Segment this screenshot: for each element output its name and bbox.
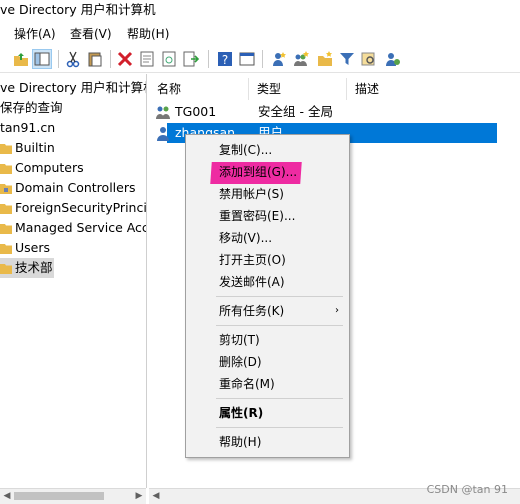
menu-item-add-to-group[interactable]: 添加到组(G)... xyxy=(186,161,349,183)
up-folder-icon[interactable] xyxy=(12,50,30,68)
ou-folder-icon xyxy=(0,264,12,274)
context-menu: 复制(C)... 添加到组(G)... 禁用帐户(S) 重置密码(E)... 移… xyxy=(185,134,350,458)
tree-item-label: ve Directory 用户和计算机 xyxy=(0,80,147,95)
menu-separator xyxy=(216,398,343,399)
menu-item-label: 添加到组(G)... xyxy=(219,165,298,179)
properties-icon[interactable] xyxy=(138,50,156,68)
filter-icon[interactable] xyxy=(338,50,356,68)
tree-item-label: Domain Controllers xyxy=(15,180,136,195)
console-icon[interactable] xyxy=(238,50,256,68)
tree-item-label: Builtin xyxy=(15,140,55,155)
menu-item-label: 所有任务(K) xyxy=(219,304,285,318)
scroll-right-icon[interactable]: ▶ xyxy=(134,491,144,501)
menu-item-copy[interactable]: 复制(C)... xyxy=(186,139,349,161)
column-header-type[interactable]: 类型 xyxy=(249,78,347,100)
folder-icon xyxy=(0,224,12,234)
export-icon[interactable] xyxy=(182,50,200,68)
toolbar-separator xyxy=(58,50,59,68)
folder-icon xyxy=(0,244,12,254)
refresh-icon[interactable] xyxy=(160,50,178,68)
menu-item-delete[interactable]: 删除(D) xyxy=(186,351,349,373)
menu-item-label: 重命名(M) xyxy=(219,377,275,391)
menu-view[interactable]: 查看(V) xyxy=(70,26,112,42)
menu-item-send-mail[interactable]: 发送邮件(A) xyxy=(186,271,349,293)
menu-item-label: 剪切(T) xyxy=(219,333,260,347)
scroll-left-icon[interactable]: ◀ xyxy=(151,491,161,501)
menu-separator xyxy=(216,325,343,326)
menu-item-label: 禁用帐户(S) xyxy=(219,187,284,201)
menu-item-cut[interactable]: 剪切(T) xyxy=(186,329,349,351)
column-header-name[interactable]: 名称 xyxy=(149,78,249,100)
menu-item-disable-account[interactable]: 禁用帐户(S) xyxy=(186,183,349,205)
menu-item-rename[interactable]: 重命名(M) xyxy=(186,373,349,395)
new-ou-icon[interactable] xyxy=(316,50,334,68)
show-tree-icon[interactable] xyxy=(33,50,51,68)
menu-item-reset-password[interactable]: 重置密码(E)... xyxy=(186,205,349,227)
menu-item-label: 帮助(H) xyxy=(219,435,262,449)
new-user-icon[interactable] xyxy=(270,50,288,68)
tree-item-tech-dept[interactable]: 技术部 xyxy=(0,258,54,278)
toolbar-separator xyxy=(208,50,209,68)
console-tree: ve Directory 用户和计算机 保存的查询 tan91.cn Built… xyxy=(0,74,147,488)
toolbar-separator xyxy=(262,50,263,68)
scroll-left-icon[interactable]: ◀ xyxy=(2,491,12,501)
row-type: 安全组 - 全局 xyxy=(258,104,333,119)
menu-item-help[interactable]: 帮助(H) xyxy=(186,431,349,453)
tree-horizontal-scrollbar[interactable]: ◀ ▶ xyxy=(0,488,146,504)
user-icon xyxy=(157,127,169,141)
menu-separator xyxy=(216,427,343,428)
tree-item-label: Managed Service Acco xyxy=(15,220,147,235)
help-icon[interactable]: ? xyxy=(216,50,234,68)
svg-text:?: ? xyxy=(222,53,228,67)
tree-item-users[interactable]: Users xyxy=(0,238,146,258)
menu-item-label: 复制(C)... xyxy=(219,143,273,157)
submenu-arrow-icon: › xyxy=(335,305,339,316)
tree-item-label: Computers xyxy=(15,160,84,175)
menu-item-label: 属性(R) xyxy=(219,406,264,420)
toolbar: ? xyxy=(0,46,520,73)
tree-item-foreign-security-principals[interactable]: ForeignSecurityPrincipa xyxy=(0,198,146,218)
delete-icon[interactable] xyxy=(116,50,134,68)
menu-item-label: 重置密码(E)... xyxy=(219,209,296,223)
toolbar-separator xyxy=(110,50,111,68)
menu-item-label: 移动(V)... xyxy=(219,231,273,245)
ou-folder-icon xyxy=(0,184,12,194)
row-name: TG001 xyxy=(175,104,217,119)
tree-item-domain-controllers[interactable]: Domain Controllers xyxy=(0,178,146,198)
menu-item-all-tasks[interactable]: 所有任务(K) › xyxy=(186,300,349,322)
menu-item-move[interactable]: 移动(V)... xyxy=(186,227,349,249)
menu-separator xyxy=(216,296,343,297)
cut-icon[interactable] xyxy=(64,50,82,68)
folder-icon xyxy=(0,144,12,154)
tree-item-label: 保存的查询 xyxy=(0,100,63,115)
menu-item-open-home-page[interactable]: 打开主页(O) xyxy=(186,249,349,271)
folder-icon xyxy=(0,164,12,174)
group-icon xyxy=(156,106,170,119)
find-icon[interactable] xyxy=(360,50,378,68)
watermark: CSDN @tan 91 xyxy=(426,483,508,496)
menu-bar: 操作(A) 查看(V) 帮助(H) xyxy=(0,24,520,44)
paste-icon[interactable] xyxy=(86,50,104,68)
tree-item-computers[interactable]: Computers xyxy=(0,158,146,178)
list-row-group[interactable]: TG001 安全组 - 全局 xyxy=(153,102,513,122)
tree-item-label: 技术部 xyxy=(15,260,53,275)
menu-item-label: 打开主页(O) xyxy=(219,253,286,267)
menu-item-label: 删除(D) xyxy=(219,355,262,369)
new-group-icon[interactable] xyxy=(292,50,310,68)
tree-item-label: ForeignSecurityPrincipa xyxy=(15,200,147,215)
add-to-group-icon[interactable] xyxy=(384,50,402,68)
menu-item-properties[interactable]: 属性(R) xyxy=(186,402,349,424)
tree-item-label: Users xyxy=(15,240,51,255)
tree-item-builtin[interactable]: Builtin xyxy=(0,138,146,158)
tree-item-label: tan91.cn xyxy=(0,120,56,135)
scroll-thumb[interactable] xyxy=(14,492,104,500)
menu-item-label: 发送邮件(A) xyxy=(219,275,285,289)
menu-action[interactable]: 操作(A) xyxy=(14,26,56,42)
folder-icon xyxy=(0,204,12,214)
column-header-description[interactable]: 描述 xyxy=(347,78,520,100)
tree-item-managed-service-accounts[interactable]: Managed Service Acco xyxy=(0,218,146,238)
window-title: ve Directory 用户和计算机 xyxy=(0,2,156,17)
menu-help[interactable]: 帮助(H) xyxy=(127,26,169,42)
